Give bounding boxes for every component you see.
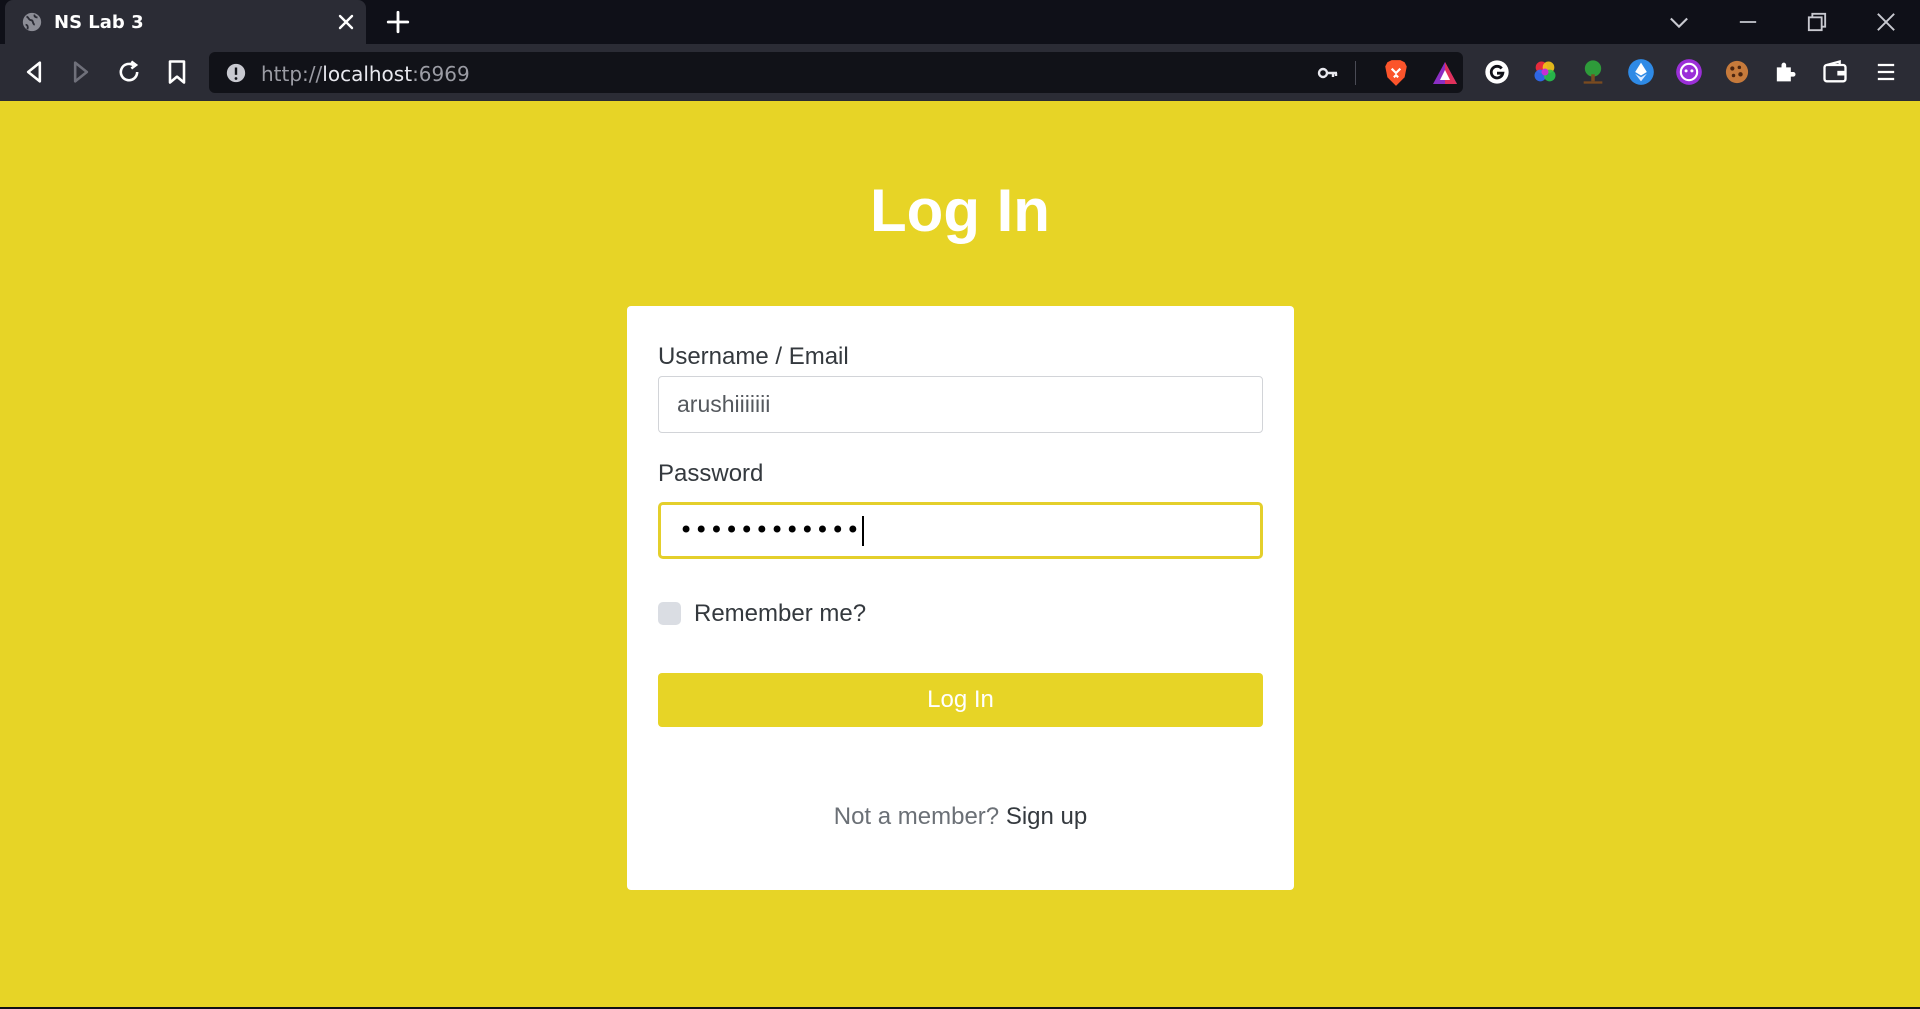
bookmark-icon[interactable] <box>163 58 191 86</box>
tab-list-chevron-icon[interactable] <box>1665 8 1693 36</box>
extensions-puzzle-icon[interactable] <box>1771 58 1799 86</box>
cookie-icon[interactable] <box>1723 58 1751 86</box>
ethereum-icon[interactable] <box>1627 58 1655 86</box>
signup-prompt: Not a member? Sign up <box>627 803 1294 831</box>
brave-shields-icon[interactable] <box>1383 59 1409 87</box>
login-card: Username / Email Password •••••••••••• R… <box>627 306 1294 890</box>
url-text[interactable]: http://localhost:6969 <box>261 62 470 86</box>
crypto-face-icon[interactable] <box>1675 58 1703 86</box>
browser-tab[interactable]: NS Lab 3 <box>5 0 366 44</box>
remember-me-label[interactable]: Remember me? <box>694 600 866 628</box>
brave-rewards-icon[interactable] <box>1431 60 1459 86</box>
key-icon[interactable] <box>1316 61 1340 85</box>
wallet-icon[interactable] <box>1821 58 1849 86</box>
password-masked-value: •••••••••••• <box>679 516 864 546</box>
forward-icon[interactable] <box>67 58 95 86</box>
login-button[interactable]: Log In <box>658 673 1263 727</box>
close-window-icon[interactable] <box>1872 8 1900 36</box>
tree-extension-icon[interactable] <box>1579 58 1607 86</box>
grammarly-icon[interactable] <box>1483 58 1511 86</box>
browser-toolbar: http://localhost:6969 <box>0 44 1920 101</box>
login-page: Log In Username / Email Password •••••••… <box>0 101 1920 1007</box>
username-input[interactable] <box>658 376 1263 433</box>
close-tab-icon[interactable] <box>334 10 358 34</box>
browser-tab-bar: NS Lab 3 <box>0 0 1920 44</box>
minimize-icon[interactable] <box>1734 8 1762 36</box>
username-label: Username / Email <box>658 343 849 370</box>
globe-icon <box>22 12 42 32</box>
new-tab-icon[interactable] <box>385 9 411 35</box>
url-port: :6969 <box>412 62 470 86</box>
tab-title: NS Lab 3 <box>54 12 144 33</box>
signup-link[interactable]: Sign up <box>1006 803 1087 830</box>
url-host: localhost <box>322 62 413 86</box>
remember-me-checkbox[interactable] <box>658 602 681 625</box>
site-info-icon[interactable] <box>225 62 247 84</box>
color-picker-icon[interactable] <box>1531 58 1559 86</box>
url-scheme: http:// <box>261 62 323 86</box>
page-title: Log In <box>870 177 1050 244</box>
address-bar[interactable]: http://localhost:6969 <box>209 52 1463 93</box>
text-caret <box>861 516 864 546</box>
back-icon[interactable] <box>20 58 48 86</box>
restore-icon[interactable] <box>1803 8 1831 36</box>
reload-icon[interactable] <box>115 58 143 86</box>
menu-icon[interactable] <box>1872 58 1900 86</box>
password-input[interactable]: •••••••••••• <box>658 502 1263 559</box>
address-bar-divider <box>1355 61 1356 85</box>
signup-prompt-text: Not a member? <box>833 803 1000 830</box>
password-label: Password <box>658 460 764 487</box>
